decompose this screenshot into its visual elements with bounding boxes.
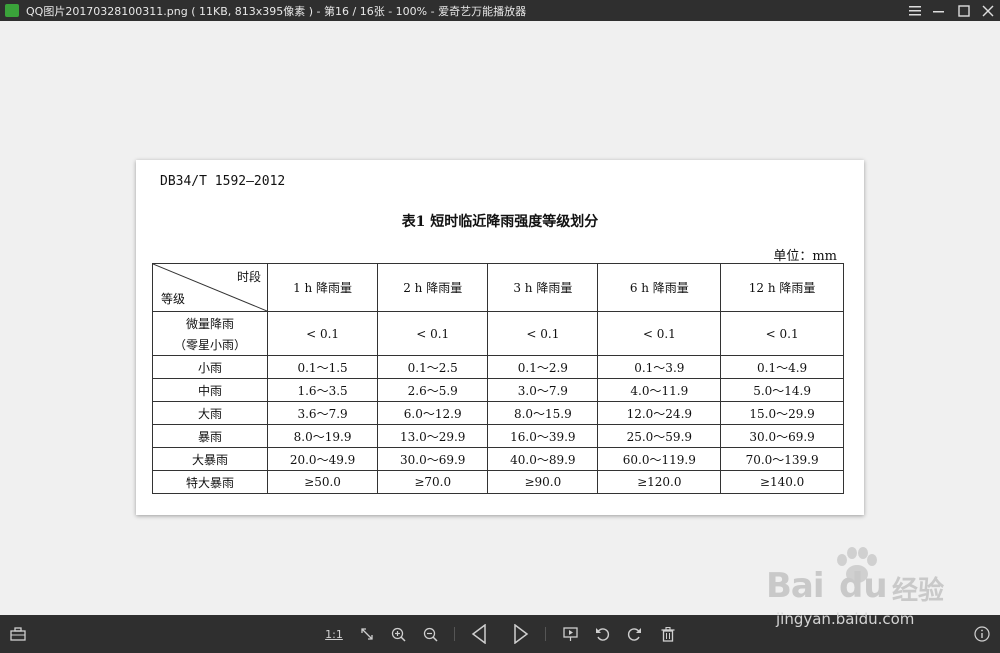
grade-cell: 微量降雨 （零星小雨） [152,311,268,356]
watermark-brand-suffix: du [839,566,888,606]
grade-cell: 特大暴雨 [152,470,268,494]
toolbox-icon[interactable] [6,615,30,653]
title-bar: QQ图片20170328100311.png ( 11KB, 813x395像素… [0,0,1000,21]
column-header: 12 h 降雨量 [720,263,844,312]
previous-icon[interactable] [466,615,492,653]
value-cell: 1.6～3.5 [266,378,379,402]
watermark-url: jingyan.baidu.com [776,610,915,628]
menu-icon[interactable] [902,0,928,21]
table-header-row: 时段 等级 1 h 降雨量 2 h 降雨量 3 h 降雨量 6 h 降雨量 12… [152,263,844,312]
window-title: QQ图片20170328100311.png ( 11KB, 813x395像素… [26,5,527,18]
value-cell: 3.6～7.9 [266,401,379,425]
app-icon [5,4,19,17]
column-header: 3 h 降雨量 [487,263,599,312]
value-cell: 8.0～19.9 [266,424,379,448]
document-image: DB34/T 1592—2012 表1 短时临近降雨强度等级划分 单位：mm 时… [136,160,864,515]
rotate-left-icon[interactable] [590,615,614,653]
value-cell: < 0.1 [597,311,722,356]
value-cell: ≥140.0 [720,470,844,494]
toolbar-divider [454,627,455,641]
grade-label: 微量降雨 [185,316,234,331]
table-title: 表1 短时临近降雨强度等级划分 [401,214,599,230]
corner-top-label: 时段 [236,270,261,284]
value-cell: 30.0～69.9 [720,424,844,448]
rotate-right-icon[interactable] [622,615,646,653]
value-cell: 5.0～14.9 [720,378,844,402]
grade-note: （零星小雨） [173,337,246,352]
value-cell: 70.0～139.9 [720,447,844,471]
value-cell: 0.1～1.5 [266,355,379,379]
value-cell: ≥50.0 [266,470,379,494]
value-cell: 12.0～24.9 [597,401,722,425]
value-cell: 60.0～119.9 [597,447,722,471]
delete-icon[interactable] [656,615,680,653]
standard-code: DB34/T 1592—2012 [160,174,286,189]
minimize-icon[interactable] [926,0,952,21]
value-cell: 13.0～29.9 [377,424,489,448]
corner-header-cell: 时段 等级 [152,263,268,312]
value-cell: 6.0～12.9 [377,401,489,425]
grade-cell: 大暴雨 [152,447,268,471]
table-row: 中雨 1.6～3.5 2.6～5.9 3.0～7.9 4.0～11.9 5.0～… [152,378,844,402]
value-cell: 30.0～69.9 [377,447,489,471]
corner-bottom-label: 等级 [161,292,186,306]
rain-intensity-table: 时段 等级 1 h 降雨量 2 h 降雨量 3 h 降雨量 6 h 降雨量 12… [152,263,844,494]
watermark-brand-cn: 经验 [892,576,945,606]
value-cell: 0.1～3.9 [597,355,722,379]
table-row: 微量降雨 （零星小雨） < 0.1 < 0.1 < 0.1 < 0.1 < 0.… [152,311,844,356]
table-row: 特大暴雨 ≥50.0 ≥70.0 ≥90.0 ≥120.0 ≥140.0 [152,470,844,494]
value-cell: 0.1～4.9 [720,355,844,379]
close-icon[interactable] [975,0,1000,21]
value-cell: < 0.1 [377,311,489,356]
value-cell: 40.0～89.9 [487,447,599,471]
table-row: 大暴雨 20.0～49.9 30.0～69.9 40.0～89.9 60.0～1… [152,447,844,471]
value-cell: ≥90.0 [487,470,599,494]
grade-cell: 大雨 [152,401,268,425]
grade-cell: 小雨 [152,355,268,379]
table-row: 大雨 3.6～7.9 6.0～12.9 8.0～15.9 12.0～24.9 1… [152,401,844,425]
maximize-icon[interactable] [951,0,977,21]
grade-cell: 中雨 [152,378,268,402]
column-header: 1 h 降雨量 [266,263,379,312]
value-cell: 0.1～2.9 [487,355,599,379]
watermark-brand: Bai [766,566,825,606]
value-cell: 16.0～39.9 [487,424,599,448]
fit-window-icon[interactable] [355,615,379,653]
value-cell: 2.6～5.9 [377,378,489,402]
value-cell: 15.0～29.9 [720,401,844,425]
image-canvas[interactable]: DB34/T 1592—2012 表1 短时临近降雨强度等级划分 单位：mm 时… [0,21,1000,615]
value-cell: < 0.1 [266,311,379,356]
value-cell: 0.1～2.5 [377,355,489,379]
value-cell: 8.0～15.9 [487,401,599,425]
toolbar-divider [545,627,546,641]
value-cell: 25.0～59.9 [597,424,722,448]
column-header: 2 h 降雨量 [377,263,489,312]
value-cell: ≥70.0 [377,470,489,494]
zoom-in-icon[interactable] [386,615,410,653]
value-cell: 20.0～49.9 [266,447,379,471]
slideshow-icon[interactable] [558,615,582,653]
next-icon[interactable] [508,615,534,653]
info-icon[interactable] [970,615,994,653]
grade-cell: 暴雨 [152,424,268,448]
value-cell: < 0.1 [487,311,599,356]
table-row: 小雨 0.1～1.5 0.1～2.5 0.1～2.9 0.1～3.9 0.1～4… [152,355,844,379]
value-cell: < 0.1 [720,311,844,356]
value-cell: ≥120.0 [597,470,722,494]
actual-size-icon[interactable]: 1:1 [322,615,346,653]
unit-label: 单位：mm [773,249,837,264]
value-cell: 3.0～7.9 [487,378,599,402]
zoom-out-icon[interactable] [418,615,442,653]
table-row: 暴雨 8.0～19.9 13.0～29.9 16.0～39.9 25.0～59.… [152,424,844,448]
value-cell: 4.0～11.9 [597,378,722,402]
column-header: 6 h 降雨量 [597,263,722,312]
